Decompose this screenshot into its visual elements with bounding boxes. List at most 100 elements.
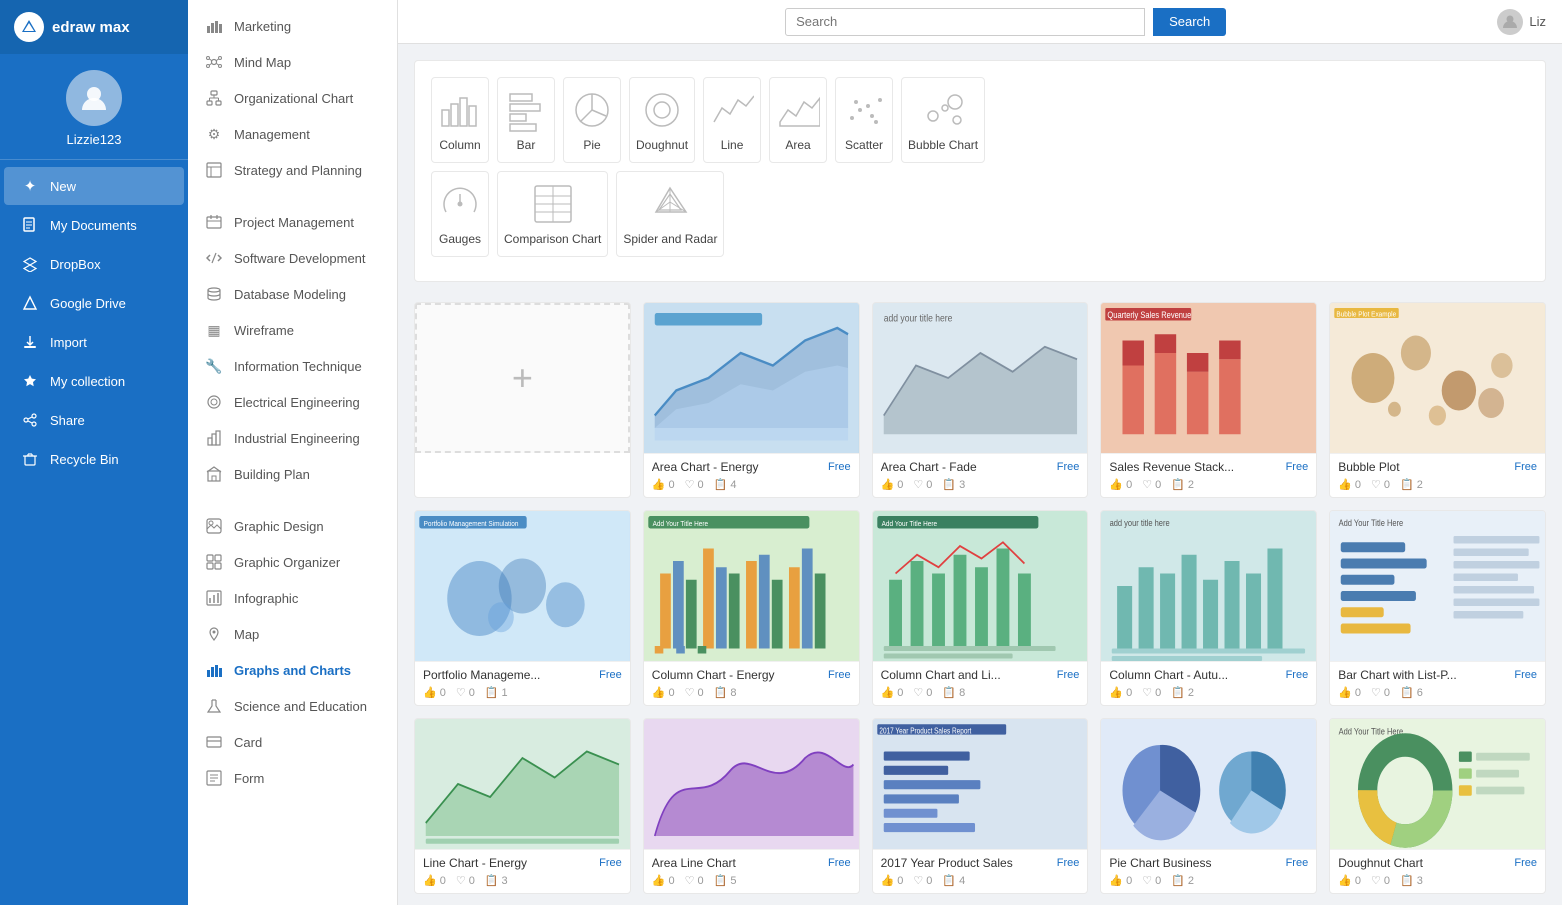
template-sales-stack[interactable]: Quarterly Sales Revenue bbox=[1100, 302, 1317, 498]
line-label: Line bbox=[721, 138, 744, 152]
cat-graphic-org[interactable]: Graphic Organizer bbox=[188, 544, 397, 580]
cat-science-edu[interactable]: Science and Education bbox=[188, 688, 397, 724]
svg-text:add your title here: add your title here bbox=[1110, 518, 1170, 528]
templates-row1: + bbox=[414, 302, 1546, 498]
template-info: Column Chart - Energy Free 👍 0 ♡ 0 📋 8 bbox=[644, 661, 859, 705]
logo-area: edraw max bbox=[0, 0, 188, 54]
import-icon bbox=[20, 332, 40, 352]
cat-management[interactable]: ⚙ Management bbox=[188, 116, 397, 152]
template-bubble[interactable]: Bubble Plot Example Bubble Plot bbox=[1329, 302, 1546, 498]
chart-type-row2: Gauges Comparison Chart Spid bbox=[431, 171, 1529, 257]
documents-icon bbox=[20, 215, 40, 235]
template-name: Column Chart - Energy bbox=[652, 668, 824, 682]
sidebar-item-new[interactable]: ✦ New bbox=[4, 167, 184, 205]
template-col-line[interactable]: Add Your Title Here bbox=[872, 510, 1089, 706]
cat-graphs-charts[interactable]: Graphs and Charts bbox=[188, 652, 397, 688]
chart-type-column[interactable]: Column bbox=[431, 77, 489, 163]
cat-database[interactable]: Database Modeling bbox=[188, 276, 397, 312]
chart-type-gauges[interactable]: Gauges bbox=[431, 171, 489, 257]
spider-icon bbox=[648, 182, 692, 226]
template-line-energy[interactable]: Line Chart - Energy Free 👍 0 ♡ 0 📋 3 bbox=[414, 718, 631, 894]
chart-type-section: Column Bar Pie bbox=[414, 60, 1546, 282]
template-col-autumn[interactable]: add your title here bbox=[1100, 510, 1317, 706]
topbar-user[interactable]: Liz bbox=[1497, 9, 1546, 35]
template-area-energy[interactable]: Area Chart - Energy Free 👍 0 ♡ 0 📋 4 bbox=[643, 302, 860, 498]
line-chart-icon bbox=[710, 88, 754, 132]
free-badge: Free bbox=[1057, 857, 1080, 869]
template-name: Line Chart - Energy bbox=[423, 856, 595, 870]
chart-type-scatter[interactable]: Scatter bbox=[835, 77, 893, 163]
sidebar-item-google-drive[interactable]: Google Drive bbox=[4, 284, 184, 322]
cat-wireframe[interactable]: ▦ Wireframe bbox=[188, 312, 397, 348]
cat-map[interactable]: Map bbox=[188, 616, 397, 652]
template-info: Area Line Chart Free 👍 0 ♡ 0 📋 5 bbox=[644, 849, 859, 893]
google-drive-icon bbox=[20, 293, 40, 313]
template-name: Area Line Chart bbox=[652, 856, 824, 870]
chart-type-line[interactable]: Line bbox=[703, 77, 761, 163]
cat-building[interactable]: Building Plan bbox=[188, 456, 397, 492]
cat-org-chart[interactable]: Organizational Chart bbox=[188, 80, 397, 116]
cat-project-mgmt[interactable]: Project Management bbox=[188, 204, 397, 240]
recycle-bin-icon bbox=[20, 449, 40, 469]
cat-infographic[interactable]: Infographic bbox=[188, 580, 397, 616]
electrical-icon bbox=[204, 392, 224, 412]
sidebar-item-my-collection[interactable]: My collection bbox=[4, 362, 184, 400]
template-pie-biz[interactable]: Pie Chart Business Free 👍 0 ♡ 0 📋 2 bbox=[1100, 718, 1317, 894]
template-bar-sales[interactable]: 2017 Year Product Sales Report 2017 Year… bbox=[872, 718, 1089, 894]
template-area-line[interactable]: Area Line Chart Free 👍 0 ♡ 0 📋 5 bbox=[643, 718, 860, 894]
template-col-energy[interactable]: Add Your Title Here bbox=[643, 510, 860, 706]
template-info: 2017 Year Product Sales Free 👍 0 ♡ 0 📋 4 bbox=[873, 849, 1088, 893]
building-icon bbox=[204, 464, 224, 484]
sidebar-item-recycle-bin[interactable]: Recycle Bin bbox=[4, 440, 184, 478]
sidebar: edraw max Lizzie123 ✦ New My Documents D… bbox=[0, 0, 188, 905]
svg-text:Portfolio Management Simulatio: Portfolio Management Simulation bbox=[424, 521, 519, 529]
search-button[interactable]: Search bbox=[1153, 8, 1226, 36]
chart-type-pie[interactable]: Pie bbox=[563, 77, 621, 163]
template-info: Column Chart and Li... Free 👍 0 ♡ 0 📋 8 bbox=[873, 661, 1088, 705]
template-name: Doughnut Chart bbox=[1338, 856, 1510, 870]
add-new-card[interactable]: + bbox=[414, 302, 631, 498]
template-name: Column Chart - Autu... bbox=[1109, 668, 1281, 682]
cat-graphic-design[interactable]: Graphic Design bbox=[188, 508, 397, 544]
cat-info-tech[interactable]: 🔧 Information Technique bbox=[188, 348, 397, 384]
template-info: Doughnut Chart Free 👍 0 ♡ 0 📋 3 bbox=[1330, 849, 1545, 893]
cat-marketing[interactable]: Marketing bbox=[188, 8, 397, 44]
search-input[interactable] bbox=[785, 8, 1145, 36]
sidebar-item-dropbox[interactable]: DropBox bbox=[4, 245, 184, 283]
database-icon bbox=[204, 284, 224, 304]
cat-software-dev[interactable]: Software Development bbox=[188, 240, 397, 276]
chart-type-spider[interactable]: Spider and Radar bbox=[616, 171, 724, 257]
user-profile[interactable]: Lizzie123 bbox=[0, 54, 188, 160]
sidebar-item-share[interactable]: Share bbox=[4, 401, 184, 439]
chart-type-doughnut[interactable]: Doughnut bbox=[629, 77, 695, 163]
cat-strategy[interactable]: Strategy and Planning bbox=[188, 152, 397, 188]
comparison-label: Comparison Chart bbox=[504, 232, 601, 246]
svg-text:Add Your Title Here: Add Your Title Here bbox=[1339, 518, 1404, 528]
template-name: Bar Chart with List-P... bbox=[1338, 668, 1510, 682]
template-doughnut[interactable]: Add Your Title Here bbox=[1329, 718, 1546, 894]
chart-type-bubble[interactable]: Bubble Chart bbox=[901, 77, 985, 163]
sidebar-item-my-documents[interactable]: My Documents bbox=[4, 206, 184, 244]
template-stats: 👍 0 ♡ 0 📋 8 bbox=[652, 686, 851, 699]
sidebar-item-import[interactable]: Import bbox=[4, 323, 184, 361]
chart-type-comparison[interactable]: Comparison Chart bbox=[497, 171, 608, 257]
cat-form[interactable]: Form bbox=[188, 760, 397, 796]
cat-electrical[interactable]: Electrical Engineering bbox=[188, 384, 397, 420]
graphs-icon bbox=[204, 660, 224, 680]
topbar-username: Liz bbox=[1529, 14, 1546, 29]
template-stats: 👍 0 ♡ 0 📋 1 bbox=[423, 686, 622, 699]
chart-type-area[interactable]: Area bbox=[769, 77, 827, 163]
project-icon bbox=[204, 212, 224, 232]
template-bar-list[interactable]: Add Your Title Here bbox=[1329, 510, 1546, 706]
cat-mind-map[interactable]: Mind Map bbox=[188, 44, 397, 80]
comparison-icon bbox=[531, 182, 575, 226]
chart-type-row1: Column Bar Pie bbox=[431, 77, 1529, 163]
template-area-fade[interactable]: add your title here Area Chart - Fade Fr… bbox=[872, 302, 1089, 498]
template-info: Pie Chart Business Free 👍 0 ♡ 0 📋 2 bbox=[1101, 849, 1316, 893]
cat-card[interactable]: Card bbox=[188, 724, 397, 760]
template-portfolio[interactable]: Portfolio Management Simulation Portfoli… bbox=[414, 510, 631, 706]
cat-industrial[interactable]: Industrial Engineering bbox=[188, 420, 397, 456]
chart-type-bar[interactable]: Bar bbox=[497, 77, 555, 163]
svg-text:Quarterly Sales Revenue: Quarterly Sales Revenue bbox=[1108, 310, 1192, 320]
spider-label: Spider and Radar bbox=[623, 232, 717, 246]
